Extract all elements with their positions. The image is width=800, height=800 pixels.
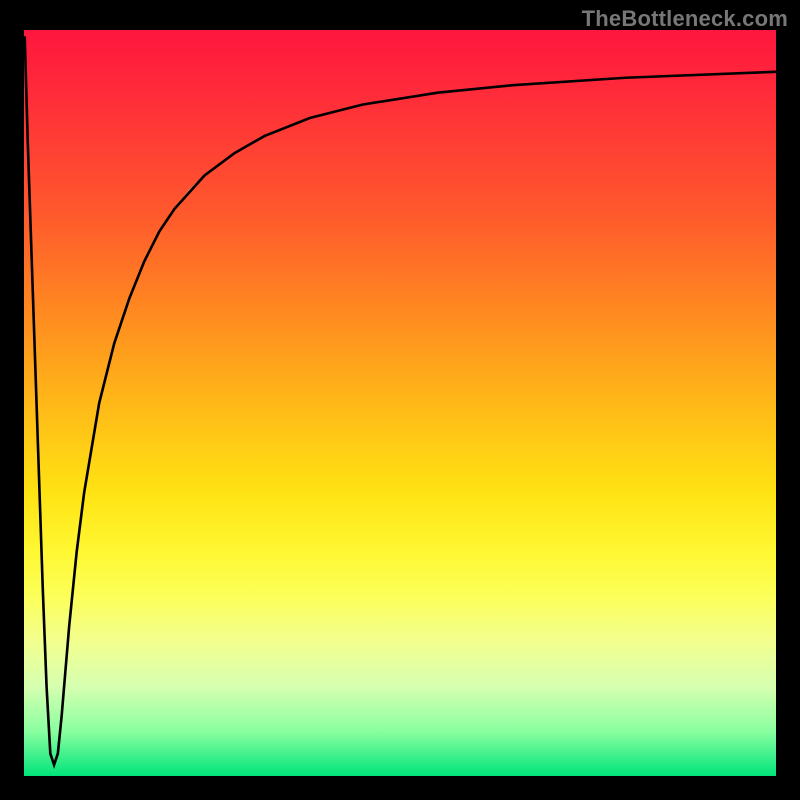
highlight-segment <box>159 164 219 231</box>
curve-layer <box>24 30 776 776</box>
main-curve <box>25 37 776 764</box>
watermark-label: TheBottleneck.com <box>582 6 788 32</box>
plot-area <box>24 30 776 776</box>
chart-container: TheBottleneck.com <box>0 0 800 800</box>
